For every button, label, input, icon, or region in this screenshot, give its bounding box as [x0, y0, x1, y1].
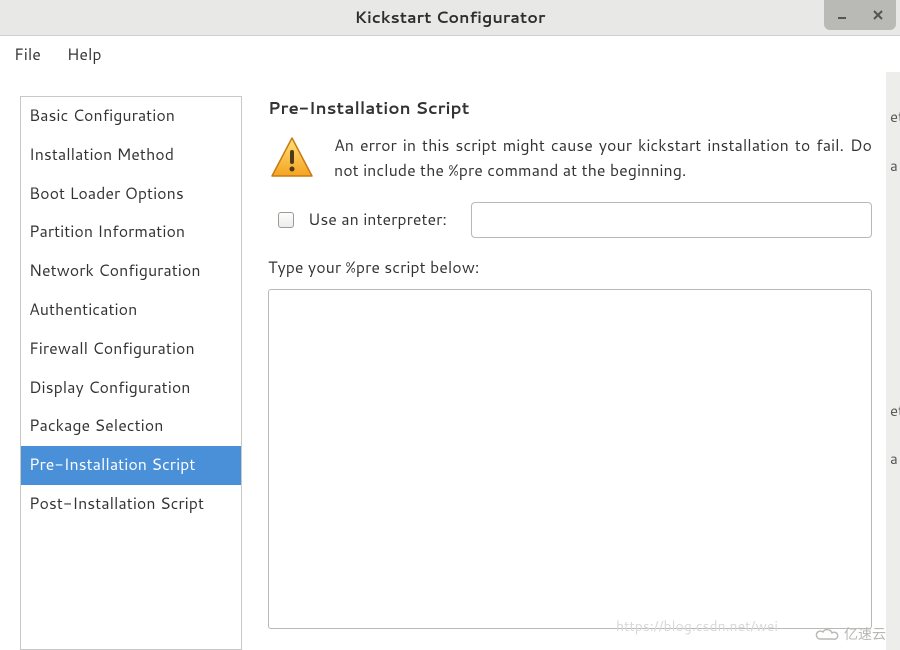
window-title: Kickstart Configurator [355, 6, 546, 29]
sidebar-item-label: Installation Method [29, 143, 174, 166]
menubar: File Help [0, 36, 900, 72]
interpreter-input[interactable] [471, 202, 872, 238]
minimize-button[interactable] [824, 0, 860, 30]
warning-text: An error in this script might cause your… [334, 134, 872, 184]
sidebar-item-pre-installation-script[interactable]: Pre-Installation Script [21, 446, 241, 485]
bg-fragment: et [890, 400, 900, 421]
content-area: Basic Configuration Installation Method … [0, 72, 900, 650]
close-button[interactable] [860, 0, 896, 30]
warning-row: An error in this script might cause your… [268, 134, 872, 184]
sidebar-item-partition-information[interactable]: Partition Information [21, 213, 241, 252]
pre-script-textarea[interactable] [268, 289, 872, 629]
menu-help[interactable]: Help [57, 39, 112, 70]
watermark-logo-text: 亿速云 [844, 624, 886, 644]
script-label: Type your %pre script below: [268, 256, 872, 279]
watermark-logo: 亿速云 [814, 624, 886, 644]
sidebar-item-package-selection[interactable]: Package Selection [21, 407, 241, 446]
sidebar-item-post-installation-script[interactable]: Post-Installation Script [21, 485, 241, 524]
sidebar-item-label: Authentication [29, 298, 137, 321]
sidebar-item-label: Pre-Installation Script [29, 453, 195, 476]
sidebar-wrap: Basic Configuration Installation Method … [0, 72, 246, 650]
panel-heading: Pre-Installation Script [268, 96, 872, 120]
titlebar: Kickstart Configurator [0, 0, 900, 36]
sidebar-item-label: Basic Configuration [29, 104, 175, 127]
watermark-url: https://blog.csdn.net/wei [616, 616, 778, 636]
close-icon [872, 9, 884, 21]
sidebar-item-label: Display Configuration [29, 376, 190, 399]
sidebar-item-label: Partition Information [29, 220, 185, 243]
sidebar-item-firewall-configuration[interactable]: Firewall Configuration [21, 330, 241, 369]
minimize-icon [836, 9, 848, 21]
interpreter-row: Use an interpreter: [278, 202, 872, 238]
warning-icon [268, 134, 316, 182]
sidebar-item-label: Network Configuration [29, 259, 201, 282]
use-interpreter-label: Use an interpreter: [308, 208, 447, 231]
bg-fragment: et [890, 106, 900, 127]
sidebar-item-basic-configuration[interactable]: Basic Configuration [21, 97, 241, 136]
cloud-icon [814, 625, 840, 643]
use-interpreter-checkbox[interactable] [278, 212, 294, 228]
sidebar-item-network-configuration[interactable]: Network Configuration [21, 252, 241, 291]
sidebar-item-installation-method[interactable]: Installation Method [21, 136, 241, 175]
sidebar-item-label: Boot Loader Options [29, 182, 184, 205]
sidebar-item-boot-loader-options[interactable]: Boot Loader Options [21, 175, 241, 214]
main-panel: Pre-Installation Script An error in this… [246, 72, 900, 650]
sidebar-item-label: Firewall Configuration [29, 337, 195, 360]
window-buttons [824, 0, 896, 30]
menu-file[interactable]: File [4, 39, 51, 70]
bg-fragment: a [890, 155, 900, 176]
sidebar-item-display-configuration[interactable]: Display Configuration [21, 369, 241, 408]
bg-fragment: a [890, 448, 900, 469]
sidebar-item-label: Post-Installation Script [29, 492, 204, 515]
sidebar-item-authentication[interactable]: Authentication [21, 291, 241, 330]
sidebar: Basic Configuration Installation Method … [20, 96, 242, 650]
sidebar-item-label: Package Selection [29, 414, 163, 437]
